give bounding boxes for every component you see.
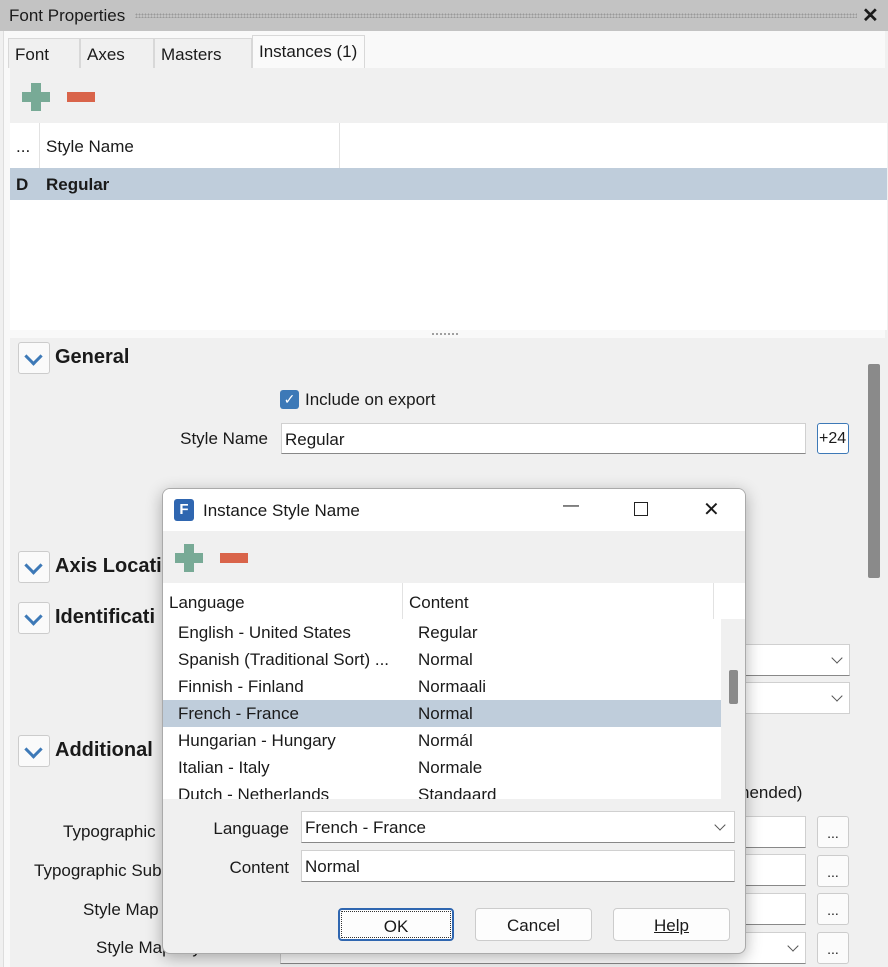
language-cell: English - United States (178, 623, 351, 642)
content-cell: Normaali (418, 677, 487, 696)
maximize-icon[interactable] (634, 502, 648, 516)
language-value: French - France (305, 818, 426, 837)
language-cell: Dutch - Netherlands (178, 785, 330, 799)
language-table: Language Content English - United States… (163, 583, 745, 799)
column-header-language[interactable]: Language (169, 593, 245, 613)
table-row[interactable]: English - United States Regular (163, 619, 721, 646)
typographic-family-label: Typographic (63, 822, 156, 841)
table-row[interactable]: D Regular (10, 168, 887, 200)
cancel-button[interactable]: Cancel (475, 908, 592, 941)
chevron-down-icon (714, 819, 726, 831)
more-button[interactable]: ... (817, 816, 849, 848)
table-row[interactable]: Finnish - Finland Normaali (163, 673, 721, 700)
content-cell: Normál (418, 731, 473, 750)
language-cell: Spanish (Traditional Sort) ... (178, 650, 390, 669)
content-cell: Normal (418, 650, 473, 669)
app-icon: F (174, 499, 194, 521)
language-dropdown[interactable]: French - France (301, 811, 735, 843)
recommended-text: nended) (740, 783, 803, 802)
minus-icon[interactable] (67, 92, 95, 102)
content-cell: Regular (418, 623, 478, 642)
table-row[interactable]: Dutch - Netherlands Standaard (163, 781, 721, 799)
instances-toolbar (10, 68, 887, 123)
plus-icon[interactable] (175, 544, 203, 572)
window-title: Font Properties (9, 6, 126, 25)
scrollbar-thumb[interactable] (729, 670, 738, 704)
section-general: General (55, 346, 130, 368)
close-icon[interactable]: ✕ (703, 497, 720, 522)
column-header-flag[interactable]: ... (16, 123, 30, 168)
plus-icon[interactable] (22, 83, 50, 111)
chevron-down-icon[interactable] (18, 342, 50, 374)
include-export-checkbox[interactable]: ✓ (280, 390, 299, 409)
section-axis-location: Axis Locati (55, 555, 162, 577)
table-row[interactable]: Spanish (Traditional Sort) ... Normal (163, 646, 721, 673)
section-identification: Identificati (55, 606, 156, 628)
ok-button[interactable]: OK (338, 908, 454, 941)
tab-instances[interactable]: Instances (1) (252, 35, 365, 68)
close-icon[interactable]: ✕ (862, 3, 879, 28)
dialog-title-bar: F Instance Style Name — ✕ (163, 489, 745, 531)
chevron-down-icon[interactable] (18, 735, 50, 767)
default-flag: D (16, 175, 29, 194)
content-input[interactable]: Normal (301, 850, 735, 882)
tab-masters[interactable]: Masters (1) (154, 38, 252, 84)
dialog-scrollbar[interactable] (721, 619, 745, 799)
dialog-title: Instance Style Name (203, 501, 360, 520)
content-label: Content (229, 858, 289, 877)
tab-font[interactable]: Font (8, 38, 80, 68)
help-button[interactable]: Help (613, 908, 730, 941)
style-name-cell: Regular (46, 175, 110, 194)
title-bar: Font Properties ✕ (0, 0, 888, 31)
language-cell: Finnish - Finland (178, 677, 304, 696)
instances-table: ... Style Name D Regular (10, 123, 887, 330)
typographic-subfamily-label: Typographic Sub (34, 861, 162, 880)
scrollbar-thumb[interactable] (868, 364, 880, 578)
chevron-down-icon[interactable] (18, 551, 50, 583)
content-cell: Normal (418, 704, 473, 723)
content-cell: Normale (418, 758, 483, 777)
splitter-handle[interactable] (431, 332, 459, 336)
include-export-label: Include on export (305, 390, 436, 409)
tab-axes[interactable]: Axes (0) (80, 38, 154, 84)
content-cell: Standaard (418, 785, 497, 799)
minimize-icon[interactable]: — (563, 497, 579, 515)
language-cell: French - France (178, 704, 299, 723)
table-row[interactable]: Italian - Italy Normale (163, 754, 721, 781)
style-name-label: Style Name (180, 429, 268, 448)
more-button[interactable]: ... (817, 855, 849, 887)
instance-style-name-dialog: F Instance Style Name — ✕ Language Conte… (162, 488, 746, 954)
chevron-down-icon[interactable] (18, 602, 50, 634)
localize-button[interactable]: +24 (817, 423, 849, 454)
column-header-style-name[interactable]: Style Name (46, 123, 134, 168)
style-map-family-label: Style Map (83, 900, 159, 919)
table-row[interactable]: French - France Normal (163, 700, 721, 727)
minus-icon[interactable] (220, 553, 248, 563)
language-cell: Italian - Italy (178, 758, 270, 777)
table-row[interactable]: Hungarian - Hungary Normál (163, 727, 721, 754)
language-label: Language (213, 819, 289, 838)
more-button[interactable]: ... (817, 932, 849, 964)
section-additional: Additional (55, 739, 153, 761)
language-cell: Hungarian - Hungary (178, 731, 336, 750)
more-button[interactable]: ... (817, 893, 849, 925)
drag-grip[interactable] (135, 13, 857, 18)
style-name-input[interactable]: Regular (281, 423, 806, 454)
column-header-content[interactable]: Content (409, 593, 469, 613)
